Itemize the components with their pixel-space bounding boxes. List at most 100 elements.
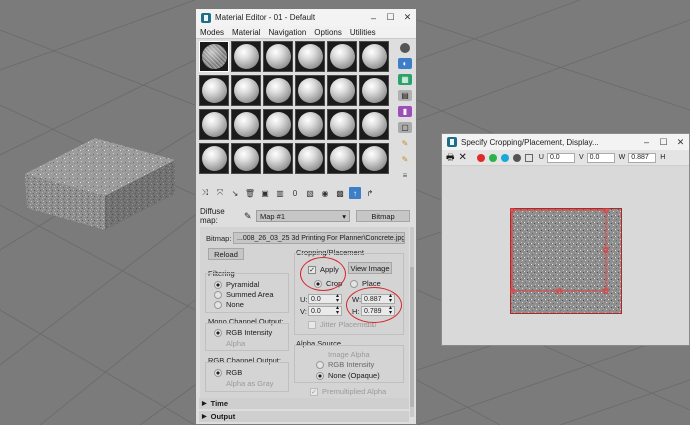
rollout-output[interactable]: ▶ Output [199,411,409,422]
video-color-check-icon[interactable]: ▮ [398,106,412,117]
jitter-checkbox[interactable] [308,320,316,329]
material-slot[interactable] [327,41,357,72]
go-forward-sibling-icon[interactable]: ↱ [364,187,376,199]
alpha-channel-icon[interactable] [524,153,533,162]
filter-none-radio[interactable] [214,300,222,309]
mono-rgb-option[interactable]: RGB Intensity [214,328,272,337]
filter-summed-radio[interactable] [214,290,222,299]
close-button[interactable]: ✕ [672,134,689,150]
filter-summed-option[interactable]: Summed Area [214,290,274,299]
menu-navigation[interactable]: Navigation [264,28,310,37]
reset-map-icon[interactable]: 🗑 [244,187,256,199]
map-dropdown[interactable]: Map #1 ▾ [256,210,350,222]
clear-icon[interactable]: ✕ [459,152,467,163]
get-material-icon[interactable]: ⤨ [199,187,211,199]
put-to-library-icon[interactable]: ▥ [274,187,286,199]
show-end-result-icon[interactable]: ◉ [319,187,331,199]
mono-alpha-option[interactable]: Alpha [226,339,245,348]
v-spinner[interactable]: 0.0 ▴ ▾ [308,305,342,316]
premultiplied-option[interactable]: ✓ Premultiplied Alpha [310,387,386,396]
alpha-none-radio[interactable] [316,371,324,380]
menu-modes[interactable]: Modes [196,28,228,37]
go-to-parent-icon[interactable]: ↑ [349,187,361,199]
blue-channel-icon[interactable] [500,153,509,162]
material-slot[interactable] [359,75,389,106]
material-slot[interactable] [359,143,389,174]
options-icon[interactable]: ✎ [398,138,412,149]
minimize-button[interactable]: – [365,9,382,26]
material-slot[interactable] [359,109,389,140]
minimize-button[interactable]: – [638,134,655,150]
mono-rgb-radio[interactable] [214,328,222,337]
crop-v-spinner[interactable]: 0.0 [586,152,615,163]
material-slot[interactable] [231,41,261,72]
backlight-icon[interactable]: ◐ [398,58,412,69]
crop-window-titlebar[interactable]: Specify Cropping/Placement, Display... –… [442,134,689,150]
material-slot[interactable] [327,75,357,106]
red-channel-icon[interactable] [476,153,485,162]
menu-utilities[interactable]: Utilities [346,28,380,37]
put-to-scene-icon[interactable]: ⤧ [214,187,226,199]
material-slot[interactable] [263,143,293,174]
material-map-navigator-icon[interactable]: ≡ [398,170,412,181]
alpha-rgb-option[interactable]: RGB Intensity [316,360,374,369]
panel-scrollbar[interactable] [410,227,414,417]
material-slot[interactable] [263,75,293,106]
material-slot[interactable] [199,109,229,140]
sample-type-icon[interactable] [400,43,410,53]
background-icon[interactable]: ▦ [398,74,412,85]
make-unique-icon[interactable]: ▣ [259,187,271,199]
material-slot[interactable] [327,109,357,140]
u-spinner[interactable]: 0.0 ▴ ▾ [308,293,342,304]
menu-material[interactable]: Material [228,28,264,37]
rgb-rgb-radio[interactable] [214,368,222,377]
alpha-image-option[interactable]: Image Alpha [328,350,370,359]
maximize-button[interactable]: ☐ [382,9,399,26]
maximize-button[interactable]: ☐ [655,134,672,150]
bitmap-type-button[interactable]: Bitmap [356,210,410,222]
material-slot[interactable] [263,109,293,140]
select-by-material-icon[interactable]: ✎ [398,154,412,165]
mono-channel-icon[interactable] [512,153,521,162]
crop-w-spinner[interactable]: 0.887 [628,152,657,163]
material-slot[interactable] [295,75,325,106]
material-slot[interactable] [199,143,229,174]
material-slot[interactable] [263,41,293,72]
print-icon[interactable]: 🖶 [446,150,455,166]
show-shaded-icon[interactable]: ▧ [304,187,316,199]
bitmap-path-button[interactable]: ...008_26_03_25 3d Printing For Planner\… [233,232,405,244]
close-button[interactable]: ✕ [399,9,416,26]
filter-pyramidal-option[interactable]: Pyramidal [214,280,259,289]
reload-button[interactable]: Reload [208,248,244,260]
green-channel-icon[interactable] [488,153,497,162]
material-slot[interactable] [327,143,357,174]
menu-options[interactable]: Options [310,28,346,37]
assign-to-selection-icon[interactable]: ↘ [229,187,241,199]
material-slot[interactable] [231,109,261,140]
crop-image-canvas[interactable] [510,208,622,314]
material-slot[interactable] [199,75,229,106]
rgb-alpha-option[interactable]: Alpha as Gray [226,379,274,388]
eyedropper-icon[interactable]: ✎ [244,211,256,222]
premultiplied-checkbox[interactable]: ✓ [310,387,318,396]
view-image-button[interactable]: View Image [348,262,392,274]
filter-pyramidal-radio[interactable] [214,280,222,289]
place-radio[interactable] [350,279,358,288]
scrollbar-thumb[interactable] [410,267,414,407]
material-slot[interactable] [359,41,389,72]
material-editor-titlebar[interactable]: Material Editor - 01 - Default – ☐ ✕ [196,9,416,26]
material-slot[interactable] [199,41,229,72]
material-slot[interactable] [231,143,261,174]
material-slot[interactable] [231,75,261,106]
crop-u-spinner[interactable]: 0.0 [546,152,575,163]
alpha-rgb-radio[interactable] [316,360,324,369]
rollout-time[interactable]: ▶ Time [199,398,409,409]
material-slot[interactable] [295,109,325,140]
uv-tiling-icon[interactable]: ▤ [398,90,412,101]
rgb-rgb-option[interactable]: RGB [214,368,242,377]
material-id-icon[interactable]: 0 [289,187,301,199]
filter-none-option[interactable]: None [214,300,244,309]
material-slot[interactable] [295,41,325,72]
show-map-icon[interactable]: ▩ [334,187,346,199]
alpha-none-option[interactable]: None (Opaque) [316,371,380,380]
